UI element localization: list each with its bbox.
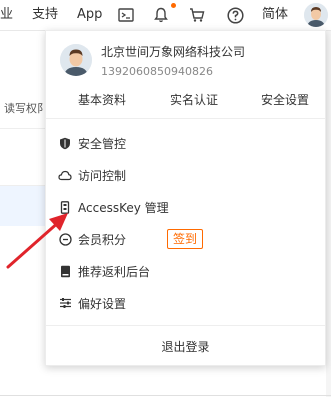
- cloud-icon: [58, 168, 72, 182]
- page-right-edge: [326, 31, 331, 397]
- key-icon: [58, 200, 72, 214]
- profile-avatar: [60, 44, 92, 76]
- avatar[interactable]: [304, 3, 328, 27]
- notification-dot: [171, 3, 176, 8]
- nav-item-partial[interactable]: 业: [0, 6, 13, 24]
- menu-label: AccessKey 管理: [78, 201, 169, 215]
- tab-security-settings[interactable]: 安全设置: [261, 91, 309, 108]
- nav-support[interactable]: 支持: [32, 6, 58, 24]
- account-dropdown-panel: 北京世间万象网络科技公司 1392060850940826 基本资料 实名认证 …: [45, 30, 326, 366]
- terminal-icon[interactable]: [116, 5, 136, 25]
- profile-tabs: 基本资料 实名认证 安全设置: [46, 89, 325, 113]
- tab-real-name-auth[interactable]: 实名认证: [170, 91, 218, 108]
- menu-label: 偏好设置: [78, 297, 127, 311]
- menu-label: 会员积分: [78, 233, 127, 247]
- background-divider: [0, 128, 46, 129]
- menu-item-accesskey[interactable]: AccessKey 管理: [46, 194, 325, 222]
- logout-button[interactable]: 退出登录: [46, 338, 325, 355]
- menu-item-preferences[interactable]: 偏好设置: [46, 290, 325, 318]
- company-name: 北京世间万象网络科技公司: [101, 45, 246, 59]
- language-switch[interactable]: 简体: [262, 6, 288, 24]
- menu-item-access-control[interactable]: 访问控制: [46, 162, 325, 190]
- coin-icon: [58, 232, 72, 246]
- divider: [46, 118, 325, 119]
- account-id: 1392060850940826: [101, 65, 213, 78]
- sliders-icon: [58, 296, 72, 310]
- background-selected-row: [0, 186, 46, 226]
- tab-basic-info[interactable]: 基本资料: [78, 91, 126, 108]
- menu-item-security-control[interactable]: 安全管控: [46, 130, 325, 158]
- background-text: 读写权阝: [4, 102, 48, 115]
- background-divider: [0, 395, 331, 396]
- menu-label: 安全管控: [78, 137, 127, 151]
- sign-in-button[interactable]: 签到: [167, 229, 203, 249]
- shield-icon: [58, 136, 72, 150]
- divider: [46, 325, 325, 326]
- cart-icon[interactable]: [187, 5, 207, 25]
- menu-label: 访问控制: [78, 169, 127, 183]
- nav-app[interactable]: App: [77, 6, 102, 24]
- menu-item-member-points[interactable]: 会员积分 签到: [46, 226, 325, 254]
- help-icon[interactable]: [225, 5, 245, 25]
- top-navigation-bar: 业 支持 App 简体: [0, 0, 331, 31]
- book-icon: [58, 264, 72, 278]
- bell-icon[interactable]: [151, 5, 171, 25]
- menu-label: 推荐返利后台: [78, 265, 151, 279]
- menu-item-referral-rebate[interactable]: 推荐返利后台: [46, 258, 325, 286]
